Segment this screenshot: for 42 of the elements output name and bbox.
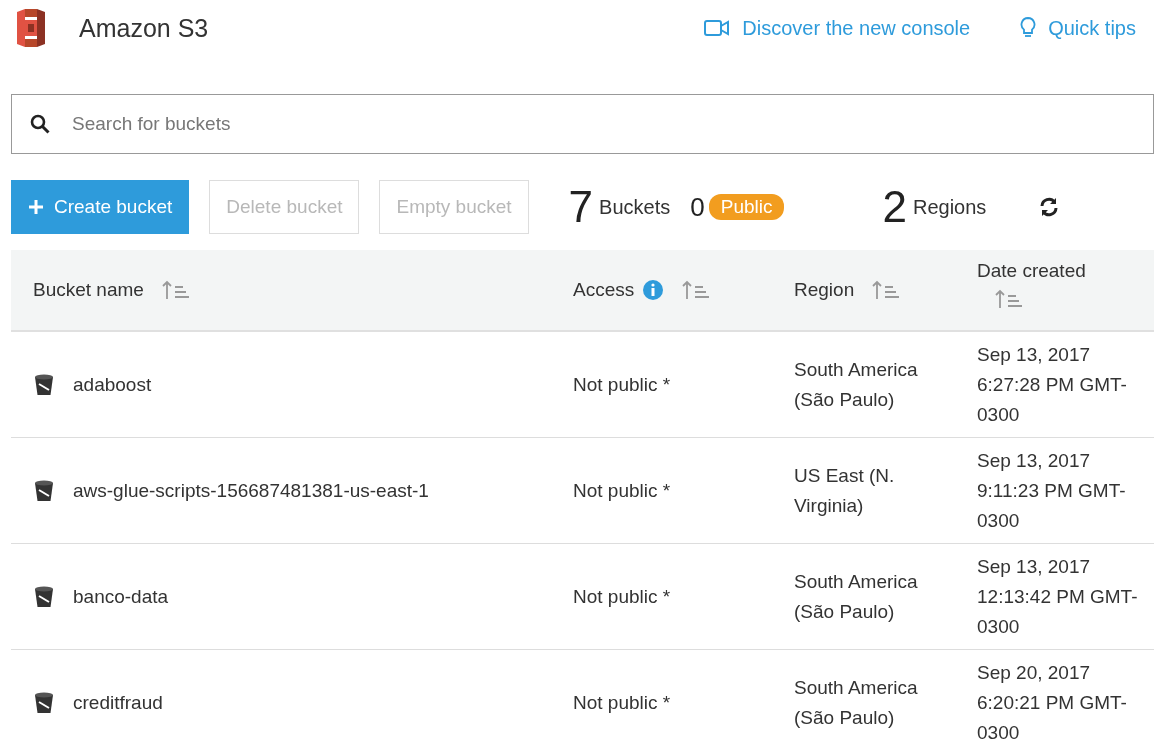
table-cell-text: Sep 13, 2017 9:11:23 PM GMT-0300 (976, 448, 1127, 533)
plus-icon (28, 199, 44, 215)
regions-label: Regions (912, 195, 987, 219)
buckets-label: Buckets (599, 195, 671, 219)
table-cell-text: Sep 13, 2017 6:27:28 PM GMT-0300 (976, 342, 1128, 427)
column-header: Bucket name (33, 279, 144, 301)
table-cell-text: South America (São Paulo) (793, 357, 919, 412)
bucket-icon (33, 690, 55, 715)
app-title: Amazon S3 (79, 13, 210, 43)
table-cell-text: Not public * (572, 478, 672, 503)
table-cell-text: US East (N. Virginia) (793, 463, 896, 518)
sort-icon[interactable] (161, 279, 192, 301)
table-cell-text: Not public * (572, 584, 672, 609)
bucket-icon (33, 478, 55, 503)
info-icon[interactable] (642, 279, 665, 301)
region-count: 2 (882, 185, 907, 229)
table-cell-text: South America (São Paulo) (793, 675, 919, 730)
table-cell-text: Sep 13, 2017 12:13:42 PM GMT-0300 (976, 554, 1139, 639)
bucket-name-link[interactable]: banco-data (73, 581, 169, 612)
column-header: Date created (977, 260, 1086, 282)
table-cell-text: South America (São Paulo) (793, 569, 919, 624)
bucket-name-link[interactable]: creditfraud (73, 687, 163, 718)
column-header-label[interactable]: Region (794, 279, 903, 301)
column-header-label[interactable]: Bucket name (33, 279, 192, 301)
table-cell-text: Not public * (572, 372, 672, 397)
column-header-label[interactable]: Access (573, 279, 713, 301)
column-header: Region (794, 279, 855, 301)
bucket-name-link[interactable]: aws-glue-scripts-156687481381-us-east-1 (73, 475, 429, 506)
public-badge: Public (708, 194, 785, 220)
bucket-name-link[interactable]: adaboost (73, 369, 152, 400)
bucket-icon (33, 584, 55, 609)
column-header: Access (573, 279, 635, 301)
bucket-icon (33, 372, 55, 397)
public-count: 0 (690, 191, 705, 223)
column-header-label[interactable]: Date created (977, 260, 1086, 310)
sort-icon[interactable] (995, 288, 1025, 310)
table-cell-text: Sep 20, 2017 6:20:21 PM GMT-0300 (976, 660, 1128, 745)
lightbulb-icon (1020, 17, 1037, 39)
bucket-count: 7 (568, 185, 594, 229)
table-cell-text: Not public * (572, 690, 672, 715)
video-camera-icon (704, 19, 731, 37)
search-icon (30, 114, 50, 134)
